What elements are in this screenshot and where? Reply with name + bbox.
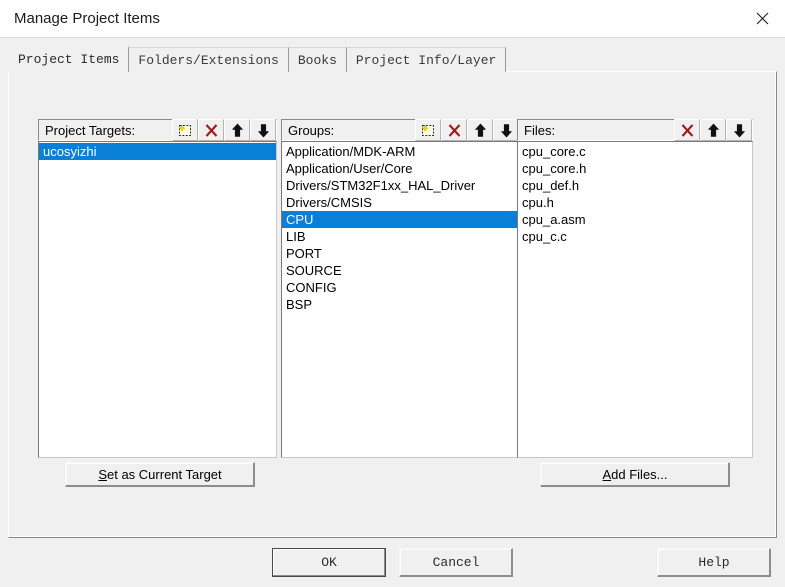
add-files-label: Add Files... (602, 467, 667, 482)
move-up-button-groups[interactable] (467, 119, 493, 141)
files-panel: Files: cpu_core.c cpu_core.h cpu_def.h c… (517, 119, 753, 458)
title-bar: Manage Project Items (0, 0, 785, 38)
groups-header: Groups: (281, 119, 520, 141)
files-list[interactable]: cpu_core.c cpu_core.h cpu_def.h cpu.h cp… (517, 141, 753, 458)
move-up-icon (707, 123, 720, 138)
close-icon (756, 12, 769, 25)
list-item[interactable]: SOURCE (282, 262, 519, 279)
project-targets-toolbar (172, 119, 276, 141)
add-files-text: dd Files... (611, 467, 668, 482)
tab-project-info-layer[interactable]: Project Info/Layer (345, 47, 507, 72)
accel-key: S (98, 467, 107, 482)
list-item[interactable]: cpu_def.h (518, 177, 752, 194)
list-item[interactable]: CONFIG (282, 279, 519, 296)
list-item[interactable]: Drivers/CMSIS (282, 194, 519, 211)
delete-button-files[interactable] (674, 119, 700, 141)
move-down-icon (733, 123, 746, 138)
list-item[interactable]: cpu_a.asm (518, 211, 752, 228)
list-item[interactable]: cpu_core.h (518, 160, 752, 177)
project-targets-list[interactable]: ucosyizhi (38, 141, 277, 458)
delete-button-groups[interactable] (441, 119, 467, 141)
window-title: Manage Project Items (14, 10, 160, 27)
delete-button-targets[interactable] (198, 119, 224, 141)
tab-folders-extensions[interactable]: Folders/Extensions (128, 47, 289, 72)
set-as-current-target-button[interactable]: Set as Current Target (65, 462, 255, 487)
list-item[interactable]: ucosyizhi (39, 143, 276, 160)
move-up-icon (231, 123, 244, 138)
delete-icon (447, 123, 462, 138)
groups-toolbar (415, 119, 519, 141)
set-as-current-target-text: et as Current Target (107, 467, 222, 482)
tab-strip: Project Items Folders/Extensions Books P… (8, 46, 507, 72)
files-toolbar (674, 119, 752, 141)
move-down-icon (257, 123, 270, 138)
tab-project-items[interactable]: Project Items (8, 46, 130, 72)
close-button[interactable] (739, 0, 785, 37)
files-label: Files: (524, 122, 556, 138)
list-item[interactable]: Application/User/Core (282, 160, 519, 177)
move-up-icon (474, 123, 487, 138)
new-item-button-groups[interactable] (415, 119, 441, 141)
tab-books[interactable]: Books (287, 47, 347, 72)
list-item[interactable]: LIB (282, 228, 519, 245)
ok-button[interactable]: OK (272, 548, 386, 577)
accel-key: A (602, 467, 612, 482)
tab-page-project-items: Project Targets: ucosyizhi Groups: Appli… (8, 71, 777, 538)
list-item[interactable]: BSP (282, 296, 519, 313)
list-item[interactable]: PORT (282, 245, 519, 262)
set-as-current-target-label: Set as Current Target (98, 467, 221, 482)
files-header: Files: (517, 119, 753, 141)
list-item[interactable]: cpu_core.c (518, 143, 752, 160)
move-up-button-targets[interactable] (224, 119, 250, 141)
groups-list[interactable]: Application/MDK-ARM Application/User/Cor… (281, 141, 520, 458)
delete-icon (680, 123, 695, 138)
project-targets-header: Project Targets: (38, 119, 277, 141)
add-files-button[interactable]: Add Files... (540, 462, 730, 487)
list-item[interactable]: Application/MDK-ARM (282, 143, 519, 160)
project-targets-panel: Project Targets: ucosyizhi (38, 119, 277, 458)
groups-label: Groups: (288, 122, 335, 138)
move-up-button-files[interactable] (700, 119, 726, 141)
list-item[interactable]: Drivers/STM32F1xx_HAL_Driver (282, 177, 519, 194)
delete-icon (204, 123, 219, 138)
move-down-button-files[interactable] (726, 119, 752, 141)
move-down-icon (500, 123, 513, 138)
groups-panel: Groups: Application/MDK-ARM Application/… (281, 119, 520, 458)
cancel-button[interactable]: Cancel (399, 548, 513, 577)
move-down-button-targets[interactable] (250, 119, 276, 141)
new-item-icon (420, 123, 436, 138)
list-item[interactable]: cpu_c.c (518, 228, 752, 245)
project-targets-label: Project Targets: (45, 122, 136, 138)
help-button[interactable]: Help (657, 548, 771, 577)
list-item[interactable]: cpu.h (518, 194, 752, 211)
list-item[interactable]: CPU (282, 211, 519, 228)
new-item-button-targets[interactable] (172, 119, 198, 141)
new-item-icon (177, 123, 193, 138)
move-down-button-groups[interactable] (493, 119, 519, 141)
